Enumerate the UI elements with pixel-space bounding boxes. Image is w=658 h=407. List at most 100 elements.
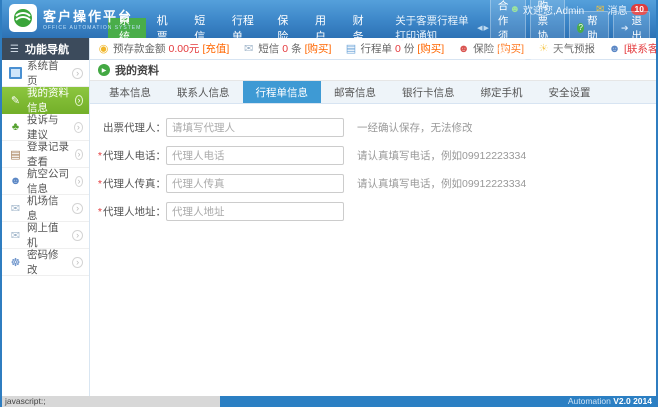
- notice-link[interactable]: 关于客票行程单打印通知: [395, 13, 472, 43]
- nav-item-users[interactable]: 用户: [304, 18, 342, 38]
- nav-item-insurance[interactable]: 保险: [266, 18, 304, 38]
- sidebar-item-airlines[interactable]: 航空公司信息 ›: [2, 168, 89, 195]
- logout-icon: ➔: [621, 23, 629, 34]
- agent-name-label: 出票代理人：: [90, 120, 166, 135]
- chevron-right-icon: ›: [72, 257, 83, 268]
- footer: javascript:; Automation V2.0 2014: [2, 396, 656, 407]
- panel-title: 我的资料: [115, 62, 159, 78]
- sidebar-item-login-log[interactable]: 登录记录查看 ›: [2, 141, 89, 168]
- chevron-right-icon: ›: [74, 122, 83, 133]
- sidebar-item-password[interactable]: 密码修改 ›: [2, 249, 89, 276]
- coins-icon: [97, 42, 110, 55]
- sidebar-item-label: 登录记录查看: [27, 139, 70, 169]
- required-mark: *: [98, 206, 102, 218]
- ticket-agreement-button[interactable]: 购票协议: [530, 0, 566, 60]
- itinerary-unit: 份: [404, 41, 415, 56]
- form-row-agent-name: 出票代理人： 一经确认保存，无法修改: [90, 118, 656, 137]
- required-mark: *: [98, 178, 102, 190]
- pencil-icon: [9, 94, 22, 107]
- agent-phone-label: *代理人电话：: [90, 148, 166, 163]
- tab-security[interactable]: 安全设置: [536, 81, 604, 103]
- panel-header: ▶ 我的资料: [90, 60, 656, 81]
- tab-bind-phone[interactable]: 绑定手机: [468, 81, 536, 103]
- agent-phone-input[interactable]: [166, 146, 344, 165]
- tab-contact-info[interactable]: 联系人信息: [164, 81, 243, 103]
- main-nav: 系统 机票 短信 行程单 保险 用户 财务 关于客票行程单打印通知 ◀▶ 合作须…: [108, 18, 656, 38]
- form-row-agent-address: *代理人地址：: [90, 202, 656, 221]
- itinerary-buy-link[interactable]: [购买]: [417, 41, 444, 56]
- chevron-right-icon: ›: [75, 149, 83, 160]
- tree-icon: [9, 121, 22, 134]
- person-icon: [457, 42, 470, 55]
- nav-item-sms[interactable]: 短信: [183, 18, 221, 38]
- app-title: 客户操作平台: [43, 6, 141, 25]
- footer-version: Automation V2.0 2014: [220, 396, 656, 407]
- sidebar-item-label: 密码修改: [27, 247, 67, 277]
- itinerary-agent-form: 出票代理人： 一经确认保存，无法修改 *代理人电话： 请认真填写电话，例如099…: [90, 104, 656, 396]
- agent-name-input[interactable]: [166, 118, 344, 137]
- envelope-icon: [9, 202, 22, 215]
- sidebar-header: ☰ 功能导航: [2, 38, 89, 60]
- sidebar-item-profile[interactable]: 我的资料信息 ›: [2, 87, 89, 114]
- agent-fax-note: 请认真填写电话，例如09912223334: [357, 176, 526, 191]
- monitor-icon: [9, 67, 22, 80]
- browser-status-text: javascript:;: [2, 396, 220, 407]
- footer-brand: Automation: [568, 396, 611, 406]
- sidebar-item-online-checkin[interactable]: 网上值机 ›: [2, 222, 89, 249]
- app-window: 客户操作平台 OFFICE AUTOMATION SYSTEM ☻ 欢迎您,Ad…: [0, 0, 658, 407]
- tab-mailing-info[interactable]: 邮寄信息: [321, 81, 389, 103]
- required-mark: *: [98, 150, 102, 162]
- coop-notice-button[interactable]: 合作须知: [490, 0, 526, 60]
- notice-pager-icons[interactable]: ◀▶: [477, 24, 490, 32]
- menu-icon: ☰: [10, 44, 19, 55]
- footer-version-number: V2.0 2014: [613, 396, 652, 406]
- sidebar-item-label: 我的资料信息: [27, 85, 70, 115]
- help-button[interactable]: ? 帮助: [569, 11, 609, 45]
- sidebar-item-label: 系统首页: [27, 58, 67, 88]
- agent-fax-label: *代理人传真：: [90, 176, 166, 191]
- nav-item-finance[interactable]: 财务: [342, 18, 380, 38]
- chevron-right-icon: ›: [75, 176, 83, 187]
- app-subtitle: OFFICE AUTOMATION SYSTEM: [43, 25, 141, 31]
- agent-address-label: *代理人地址：: [90, 204, 166, 219]
- header: 客户操作平台 OFFICE AUTOMATION SYSTEM ☻ 欢迎您,Ad…: [2, 0, 656, 38]
- nav-item-itinerary[interactable]: 行程单: [221, 18, 266, 38]
- chevron-right-icon: ›: [72, 68, 83, 79]
- agent-phone-note: 请认真填写电话，例如09912223334: [357, 148, 526, 163]
- sidebar-item-label: 网上值机: [27, 220, 67, 250]
- book-icon: [9, 148, 22, 161]
- chevron-right-icon: ›: [72, 230, 83, 241]
- sidebar-item-home[interactable]: 系统首页 ›: [2, 60, 89, 87]
- nav-item-tickets[interactable]: 机票: [146, 18, 184, 38]
- logout-button[interactable]: ➔ 退出: [613, 11, 650, 45]
- form-row-agent-phone: *代理人电话： 请认真填写电话，例如09912223334: [90, 146, 656, 165]
- tab-basic-info[interactable]: 基本信息: [96, 81, 164, 103]
- sms-label: 短信: [258, 41, 279, 56]
- tab-itinerary-info[interactable]: 行程单信息: [243, 81, 322, 103]
- profile-tabs: 基本信息 联系人信息 行程单信息 邮寄信息 银行卡信息 绑定手机 安全设置: [90, 81, 656, 104]
- agent-fax-input[interactable]: [166, 174, 344, 193]
- sidebar-item-label: 航空公司信息: [27, 166, 70, 196]
- users-icon: [9, 175, 22, 188]
- tab-bank-card-info[interactable]: 银行卡信息: [389, 81, 468, 103]
- chevron-right-icon: ›: [75, 95, 83, 106]
- sidebar-item-label: 机场信息: [27, 193, 67, 223]
- sidebar-item-label: 投诉与建议: [27, 112, 69, 142]
- logo: 客户操作平台 OFFICE AUTOMATION SYSTEM: [9, 4, 141, 32]
- sidebar-item-feedback[interactable]: 投诉与建议 ›: [2, 114, 89, 141]
- form-row-agent-fax: *代理人传真： 请认真填写电话，例如09912223334: [90, 174, 656, 193]
- envelope-icon: [9, 229, 22, 242]
- coop-notice-label: 合作须知: [498, 0, 518, 58]
- logo-icon: [9, 4, 37, 32]
- itinerary-count: 0: [395, 43, 401, 55]
- sidebar: ☰ 功能导航 系统首页 › 我的资料信息 › 投诉与建议 › 登录记录查看: [2, 38, 90, 396]
- sms-count: 0: [282, 43, 288, 55]
- play-circle-icon: ▶: [98, 64, 110, 76]
- sidebar-title: 功能导航: [25, 41, 69, 57]
- gear-icon: [9, 256, 22, 269]
- help-icon: ?: [577, 23, 584, 33]
- logout-label: 退出: [632, 13, 643, 43]
- agent-address-input[interactable]: [166, 202, 344, 221]
- help-label: 帮助: [587, 13, 601, 43]
- sidebar-item-airports[interactable]: 机场信息 ›: [2, 195, 89, 222]
